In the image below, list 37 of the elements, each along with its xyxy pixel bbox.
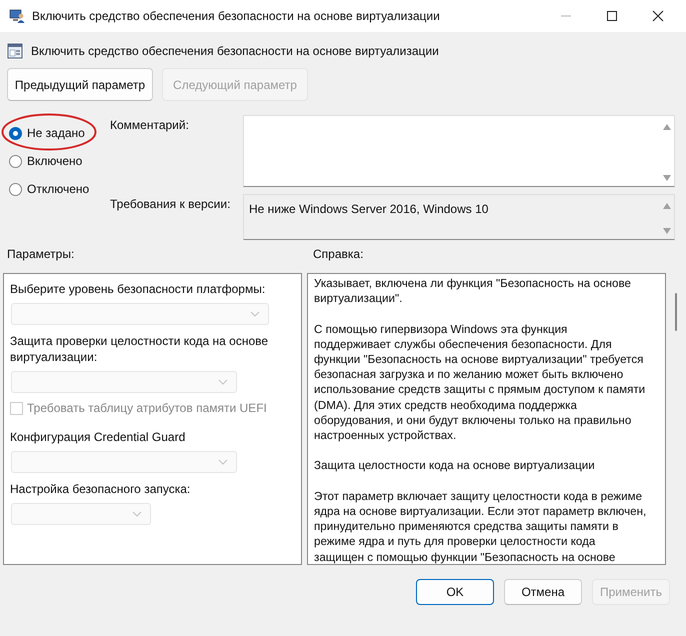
help-paragraph: Указывает, включена ли функция "Безопасность на основе виртуализации". — [314, 276, 632, 306]
help-heading: Справка: — [313, 247, 364, 263]
help-paragraph: С помощью гипервизора Windows эта функция поддерживает службы обеспечения безопасности. Для функции "Безопасность на основе виртуализации" требуется безопасная загрузка и по желанию может быть включено использование средств защиты с прямым доступом к памяти (DMA). Для этих средств необходима поддержка оборудования, и они будут включены только на правильно настроенных устройствах. — [314, 322, 646, 444]
cancel-button[interactable]: Отмена — [504, 579, 582, 605]
maximize-icon[interactable] — [606, 10, 618, 22]
window-title: Включить средство обеспечения безопасности на основе виртуализации — [32, 9, 441, 23]
option-label: Выберите уровень безопасности платформы: — [10, 281, 266, 297]
option-label: Настройка безопасного запуска: — [10, 481, 192, 497]
scrollbar-thumb[interactable] — [675, 293, 677, 331]
chevron-down-icon — [132, 511, 142, 517]
chevron-down-icon — [218, 459, 228, 465]
requirements-label: Требования к версии: — [109, 196, 232, 213]
radio-button[interactable] — [9, 126, 22, 140]
help-paragraph: Защита целостности кода на основе виртуализации — [314, 458, 596, 474]
comment-field[interactable] — [243, 115, 675, 187]
options-heading: Параметры: — [7, 247, 76, 263]
radio-label[interactable]: Отключено — [27, 182, 90, 196]
chevron-down-icon — [250, 311, 260, 317]
scroll-up-icon[interactable] — [663, 124, 671, 130]
close-icon[interactable] — [652, 10, 664, 22]
requirements-text: Не ниже Windows Server 2016, Windows 10 — [248, 201, 488, 216]
comment-label: Комментарий: — [109, 117, 190, 134]
previous-setting-button[interactable]: Предыдущий параметр — [7, 68, 153, 101]
radio-button[interactable] — [9, 182, 22, 196]
computer-user-icon — [9, 8, 25, 24]
policy-window-icon — [7, 43, 23, 59]
option-label: Защита проверки целостности кода на основе виртуализации: — [10, 333, 270, 365]
chevron-down-icon — [218, 379, 228, 385]
radio-button[interactable] — [9, 154, 22, 168]
option-label: Конфигурация Credential Guard — [10, 429, 186, 445]
help-paragraph: Этот параметр включает защиту целостности кода в режиме ядра на основе виртуализации. Если этот параметр включен, принудительно применяются средства защиты памяти в режиме ядра и путь для проверки целостности кода защищен с помощью функции "Безопасность на основе — [314, 488, 648, 564]
scroll-down-icon[interactable] — [663, 175, 671, 181]
radio-label[interactable]: Включено — [27, 154, 82, 168]
scroll-up-icon[interactable] — [663, 203, 671, 209]
scroll-down-icon[interactable] — [663, 228, 671, 234]
ok-button[interactable]: OK — [416, 579, 494, 605]
policy-title: Включить средство обеспечения безопасности на основе виртуализации — [31, 44, 439, 58]
